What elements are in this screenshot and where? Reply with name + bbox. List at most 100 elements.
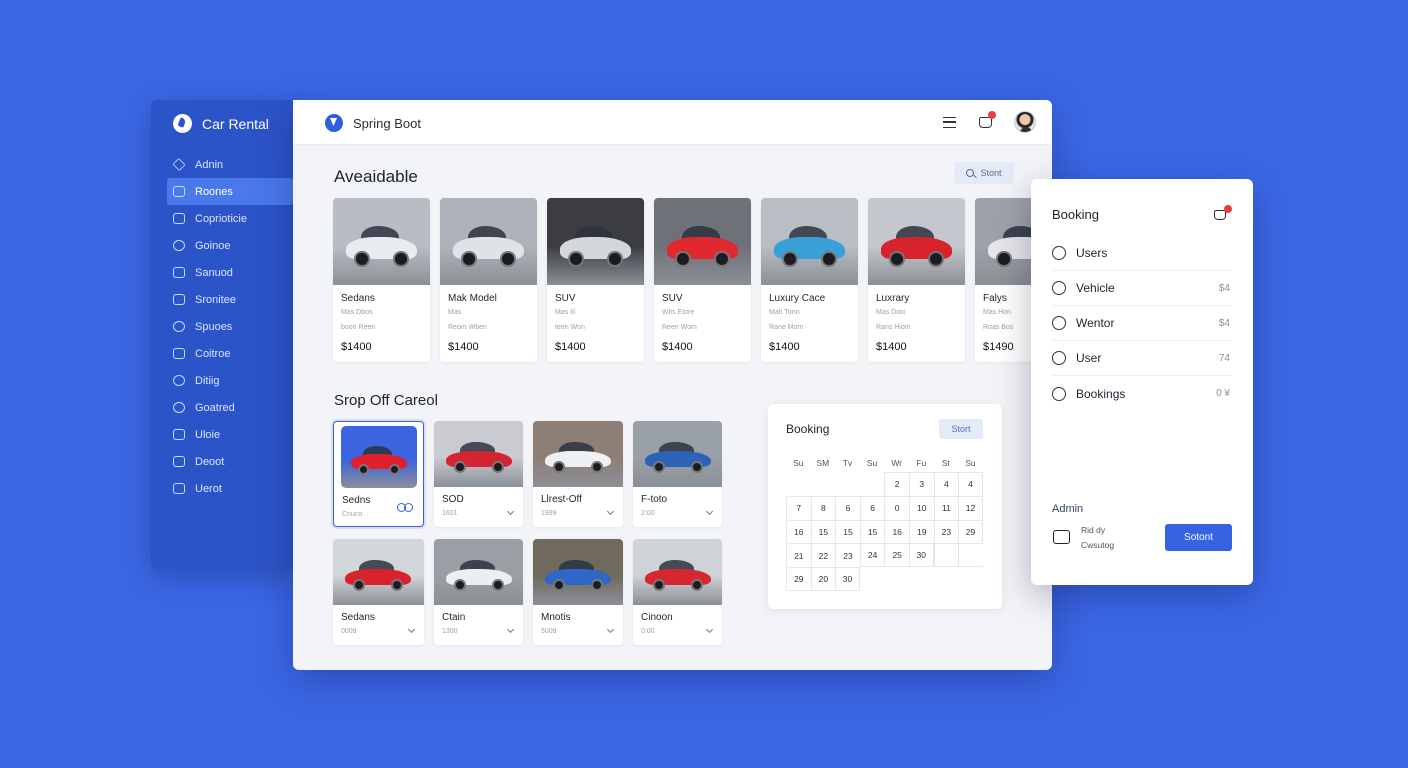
dropoff-card-title: Cinoon (641, 612, 673, 623)
calendar-day[interactable]: 15 (810, 519, 836, 544)
calendar-day[interactable]: 8 (810, 495, 836, 520)
calendar-day[interactable]: 23 (835, 543, 860, 568)
sidebar-item-label: Spuoes (195, 320, 233, 333)
sidebar-item-adnin[interactable]: Adnin (167, 151, 293, 178)
calendar-day[interactable]: 10 (908, 495, 934, 520)
sidebar-item-goatred[interactable]: Goatred (167, 394, 293, 421)
calendar-day[interactable]: 22 (810, 543, 836, 568)
calendar-day (860, 567, 885, 591)
calendar-day[interactable]: 0 (884, 495, 909, 520)
sidebar-item-coitroe[interactable]: Coitroe (167, 340, 293, 367)
calendar-day[interactable]: 11 (933, 495, 959, 520)
sidebar-item-spuoes[interactable]: Spuoes (167, 313, 293, 340)
calendar-day[interactable]: 23 (933, 519, 959, 544)
dropoff-card[interactable]: SOD 1601 (434, 421, 523, 527)
car-card-title: Luxrary (876, 293, 910, 304)
chevron-down-icon[interactable] (705, 625, 714, 634)
calendar-day[interactable]: 16 (884, 519, 909, 544)
sidebar-item-coprioticie[interactable]: Coprioticie (167, 205, 293, 232)
calendar-day[interactable]: 6 (835, 495, 860, 520)
sidebar-item-sronitee[interactable]: Sronitee (167, 286, 293, 313)
calendar-day[interactable]: 19 (908, 519, 934, 544)
chevron-down-icon[interactable] (506, 625, 515, 634)
chevron-down-icon[interactable] (606, 507, 615, 516)
dropoff-card[interactable]: Sedans 0009 (333, 539, 424, 645)
dropoff-card[interactable]: Ctain 1300 (434, 539, 523, 645)
car-card[interactable]: Sedans Mas Dbos boon Reen $1400 (333, 198, 430, 362)
calendar-day[interactable]: 25 (884, 543, 909, 568)
booking-item-label: Users (1076, 246, 1108, 260)
calendar-day[interactable]: 21 (786, 543, 811, 568)
car-wheel (568, 251, 584, 267)
sidebar-item-uerot[interactable]: Uerot (167, 475, 293, 502)
sidebar-item-uloie[interactable]: Uloie (167, 421, 293, 448)
booking-item-wentor[interactable]: Wentor $4 (1052, 306, 1232, 341)
calendar-day[interactable]: 15 (859, 519, 885, 544)
calendar-day[interactable]: 24 (859, 543, 885, 568)
sidebar-item-deoot[interactable]: Deoot (167, 448, 293, 475)
calendar-day[interactable]: 16 (786, 519, 811, 544)
car-card[interactable]: Luxury Cace Mah Tonn Rane Mom $1400 (761, 198, 858, 362)
car-card-detail: Mas Ili (555, 309, 576, 316)
dropoff-card[interactable]: Mnotis 5009 (533, 539, 623, 645)
calendar-day[interactable]: 2 (884, 472, 909, 496)
users-icon (1052, 246, 1066, 260)
sidebar-item-ditiig[interactable]: Ditiig (167, 367, 293, 394)
booking-item-users[interactable]: Users (1052, 236, 1232, 271)
sidebar-item-goinoe[interactable]: Goinoe (167, 232, 293, 259)
car-card[interactable]: SUV Wits Etore Reen Wom $1400 (654, 198, 751, 362)
car-wheel (492, 461, 505, 474)
car-card-detail: Mas Dbos (341, 309, 373, 316)
chevron-down-icon[interactable] (506, 507, 515, 516)
sidebar-item-roones[interactable]: Roones (167, 178, 293, 205)
search-button[interactable]: Stont (954, 162, 1014, 184)
chevron-down-icon[interactable] (407, 625, 416, 634)
dropoff-card-title: Llrest-Off (541, 494, 582, 505)
car-image (547, 198, 644, 285)
calendar-day (786, 472, 811, 496)
dropoff-card[interactable]: Sedns Cnuco (333, 421, 424, 527)
sidebar-brand[interactable]: Car Rental (173, 114, 269, 133)
calendar-day[interactable]: 4 (958, 472, 983, 496)
car-card[interactable]: Luxrary Mas Doio Rans Hiom $1400 (868, 198, 965, 362)
calendar-day[interactable]: 29 (958, 519, 983, 544)
booking-item-vehicle[interactable]: Vehicle $4 (1052, 271, 1232, 306)
car-card[interactable]: Mak Model Mas Reom Wben $1400 (440, 198, 537, 362)
car-card-title: SUV (555, 293, 576, 304)
car-card-price: $1400 (769, 341, 800, 353)
dropoff-card[interactable]: F-toto 2:00 (633, 421, 722, 527)
vendor-icon (1052, 316, 1066, 330)
car-wheel (714, 251, 730, 267)
dropoff-card[interactable]: Llrest-Off 1999 (533, 421, 623, 527)
booking-item-bookings[interactable]: Bookings 0 ¥ (1052, 376, 1232, 411)
calendar-day[interactable]: 30 (908, 543, 934, 568)
calendar-start-button[interactable]: Stort (939, 419, 983, 439)
calendar-day[interactable]: 4 (933, 472, 959, 496)
car-card-detail: Roas Bos (983, 324, 1014, 331)
car-wheel (500, 251, 516, 267)
calendar-day[interactable]: 7 (786, 495, 811, 520)
dropoff-card[interactable]: Cinoon 0:00 (633, 539, 722, 645)
home-icon (172, 157, 186, 172)
car-card-detail: Mas Hon (983, 309, 1012, 316)
calendar-day[interactable]: 30 (835, 567, 860, 591)
avatar[interactable] (1014, 111, 1036, 133)
square-icon (173, 348, 185, 359)
submit-button[interactable]: Sotont (1165, 524, 1232, 551)
calendar-day[interactable]: 3 (908, 472, 934, 496)
calendar-day[interactable]: 6 (859, 495, 885, 520)
cart-badge (1224, 205, 1232, 213)
calendar-day[interactable]: 20 (810, 567, 836, 591)
car-image (434, 421, 523, 487)
dropoff-card-sub: 1999 (541, 510, 557, 517)
chevron-down-icon[interactable] (606, 625, 615, 634)
car-card[interactable]: SUV Mas Ili teen Won $1400 (547, 198, 644, 362)
booking-item-user[interactable]: User 74 (1052, 341, 1232, 376)
chevron-down-icon[interactable] (705, 507, 714, 516)
link-icon[interactable] (397, 503, 413, 512)
hamburger-icon[interactable] (943, 117, 956, 128)
calendar-day[interactable]: 12 (958, 495, 983, 520)
calendar-day[interactable]: 15 (835, 519, 860, 544)
sidebar-item-sanuod[interactable]: Sanuod (167, 259, 293, 286)
calendar-day[interactable]: 29 (786, 567, 811, 591)
